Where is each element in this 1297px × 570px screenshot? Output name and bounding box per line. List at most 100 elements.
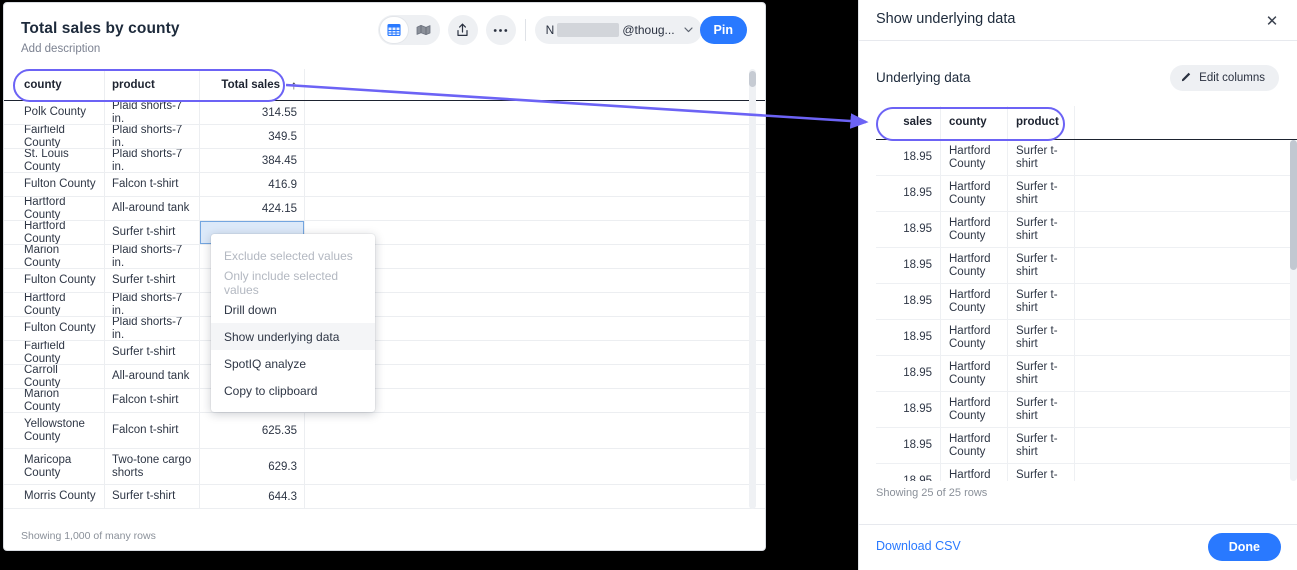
cell-county[interactable]: Morris County xyxy=(17,485,105,508)
cell-total-sales[interactable]: 416.9 xyxy=(200,173,305,196)
right-table-scrollbar[interactable] xyxy=(1290,140,1297,481)
edit-columns-button[interactable]: Edit columns xyxy=(1170,65,1279,91)
table-row[interactable]: Yellowstone CountyFalcon t-shirt625.35 xyxy=(4,413,766,449)
column-header-county[interactable]: county xyxy=(17,69,105,100)
underlying-table-row[interactable]: 18.95Hartford CountySurfer t-shirt xyxy=(876,248,1297,284)
cell-product[interactable]: Two-tone cargo shorts xyxy=(105,449,200,484)
done-button[interactable]: Done xyxy=(1208,533,1281,561)
column-header-total-sales[interactable]: Total sales ↑ xyxy=(200,69,305,100)
table-row[interactable]: Fulton CountySurfer t-shirt xyxy=(4,269,766,293)
cell-empty[interactable] xyxy=(305,125,749,148)
table-row[interactable]: Maricopa CountyTwo-tone cargo shorts629.… xyxy=(4,449,766,485)
context-menu-item[interactable]: Show underlying data xyxy=(211,323,375,350)
cell-empty[interactable] xyxy=(305,101,749,124)
table-row[interactable]: Marion CountyPlaid shorts-7 in. xyxy=(4,245,766,269)
user-selector[interactable]: N @thoug... xyxy=(535,16,702,44)
context-menu-item[interactable]: Copy to clipboard xyxy=(211,377,375,404)
context-menu-item[interactable]: Drill down xyxy=(211,296,375,323)
underlying-table-row[interactable]: 18.95Hartford CountySurfer t-shirt xyxy=(876,176,1297,212)
add-description[interactable]: Add description xyxy=(21,43,100,55)
left-table-scroll-thumb[interactable] xyxy=(749,71,756,87)
cell-total-sales[interactable]: 625.35 xyxy=(200,413,305,448)
column-header-product[interactable]: product xyxy=(105,69,200,100)
cell-product[interactable]: Falcon t-shirt xyxy=(105,389,200,412)
column-header-sales[interactable]: sales xyxy=(876,106,941,139)
cell-county[interactable]: Hartford County xyxy=(17,197,105,220)
cell-county[interactable]: Maricopa County xyxy=(17,449,105,484)
cell-product[interactable]: All-around tank xyxy=(105,365,200,388)
cell-product[interactable]: Plaid shorts-7 in. xyxy=(105,149,200,172)
cell-total-sales[interactable]: 314.55 xyxy=(200,101,305,124)
cell-product[interactable]: Surfer t-shirt xyxy=(105,485,200,508)
cell-empty[interactable] xyxy=(305,149,749,172)
underlying-table-row[interactable]: 18.95Hartford CountySurfer t-shirt xyxy=(876,140,1297,176)
cell-empty[interactable] xyxy=(305,197,749,220)
underlying-table-row[interactable]: 18.95Hartford CountySurfer t-shirt xyxy=(876,320,1297,356)
cell-county[interactable]: Hartford County xyxy=(17,221,105,244)
underlying-table-row[interactable]: 18.95Hartford CountySurfer t-shirt xyxy=(876,464,1297,481)
cell-product[interactable]: Falcon t-shirt xyxy=(105,413,200,448)
cell-total-sales[interactable]: 424.15 xyxy=(200,197,305,220)
right-table-scroll-thumb[interactable] xyxy=(1290,140,1297,270)
table-row[interactable]: Hartford CountyAll-around tank424.15 xyxy=(4,197,766,221)
table-row[interactable]: St. Louis CountyPlaid shorts-7 in.384.45 xyxy=(4,149,766,173)
cell-empty[interactable] xyxy=(305,485,749,508)
table-row[interactable]: Carroll CountyAll-around tank xyxy=(4,365,766,389)
left-table-scrollbar[interactable] xyxy=(749,69,756,509)
cell-total-sales[interactable]: 349.5 xyxy=(200,125,305,148)
cell-total-sales[interactable]: 384.45 xyxy=(200,149,305,172)
underlying-table-row[interactable]: 18.95Hartford CountySurfer t-shirt xyxy=(876,356,1297,392)
table-row[interactable]: Morris CountySurfer t-shirt644.3 xyxy=(4,485,766,509)
table-header-row: county product Total sales ↑ xyxy=(4,69,766,101)
cell-product[interactable]: Plaid shorts-7 in. xyxy=(105,125,200,148)
cell-product[interactable]: All-around tank xyxy=(105,197,200,220)
share-button[interactable] xyxy=(448,15,478,45)
close-icon[interactable]: ✕ xyxy=(1263,12,1281,30)
table-row[interactable]: Polk CountyPlaid shorts-7 in.314.55 xyxy=(4,101,766,125)
cell-empty[interactable] xyxy=(305,413,749,448)
cell-total-sales[interactable]: 629.3 xyxy=(200,449,305,484)
table-icon[interactable] xyxy=(380,17,408,43)
cell-county[interactable]: Fulton County xyxy=(17,173,105,196)
cell-product[interactable]: Plaid shorts-7 in. xyxy=(105,293,200,316)
table-row[interactable]: Fairfield CountyPlaid shorts-7 in.349.5 xyxy=(4,125,766,149)
more-options-button[interactable] xyxy=(486,15,516,45)
underlying-table-row[interactable]: 18.95Hartford CountySurfer t-shirt xyxy=(876,428,1297,464)
column-header-county[interactable]: county xyxy=(941,106,1008,139)
table-row[interactable]: Fulton CountyPlaid shorts-7 in. xyxy=(4,317,766,341)
cell-product[interactable]: Surfer t-shirt xyxy=(105,269,200,292)
cell-county[interactable]: Hartford County xyxy=(17,293,105,316)
cell-county[interactable]: Fulton County xyxy=(17,269,105,292)
table-row[interactable]: Marion CountyFalcon t-shirt xyxy=(4,389,766,413)
cell-product[interactable]: Plaid shorts-7 in. xyxy=(105,245,200,268)
table-row[interactable]: Hartford CountySurfer t-shirt xyxy=(4,221,766,245)
cell-county[interactable]: Fairfield County xyxy=(17,341,105,364)
cell-county[interactable]: Fulton County xyxy=(17,317,105,340)
cell-product[interactable]: Surfer t-shirt xyxy=(105,341,200,364)
cell-county[interactable]: Yellowstone County xyxy=(17,413,105,448)
underlying-table-row[interactable]: 18.95Hartford CountySurfer t-shirt xyxy=(876,212,1297,248)
cell-county[interactable]: Marion County xyxy=(17,389,105,412)
cell-county[interactable]: Marion County xyxy=(17,245,105,268)
pin-button[interactable]: Pin xyxy=(700,16,747,44)
cell-product[interactable]: Plaid shorts-7 in. xyxy=(105,101,200,124)
table-row[interactable]: Fulton CountyFalcon t-shirt416.9 xyxy=(4,173,766,197)
cell-empty[interactable] xyxy=(305,173,749,196)
cell-product[interactable]: Falcon t-shirt xyxy=(105,173,200,196)
download-csv-link[interactable]: Download CSV xyxy=(876,539,961,553)
underlying-table-row[interactable]: 18.95Hartford CountySurfer t-shirt xyxy=(876,284,1297,320)
cell-total-sales[interactable]: 644.3 xyxy=(200,485,305,508)
cell-product[interactable]: Surfer t-shirt xyxy=(105,221,200,244)
table-row[interactable]: Fairfield CountySurfer t-shirt xyxy=(4,341,766,365)
map-icon[interactable] xyxy=(410,17,438,43)
cell-county[interactable]: St. Louis County xyxy=(17,149,105,172)
cell-empty[interactable] xyxy=(305,449,749,484)
context-menu-item[interactable]: SpotIQ analyze xyxy=(211,350,375,377)
cell-county[interactable]: Polk County xyxy=(17,101,105,124)
underlying-table-row[interactable]: 18.95Hartford CountySurfer t-shirt xyxy=(876,392,1297,428)
column-header-product[interactable]: product xyxy=(1008,106,1075,139)
cell-county[interactable]: Fairfield County xyxy=(17,125,105,148)
table-row[interactable]: Hartford CountyPlaid shorts-7 in. xyxy=(4,293,766,317)
cell-product[interactable]: Plaid shorts-7 in. xyxy=(105,317,200,340)
cell-county[interactable]: Carroll County xyxy=(17,365,105,388)
